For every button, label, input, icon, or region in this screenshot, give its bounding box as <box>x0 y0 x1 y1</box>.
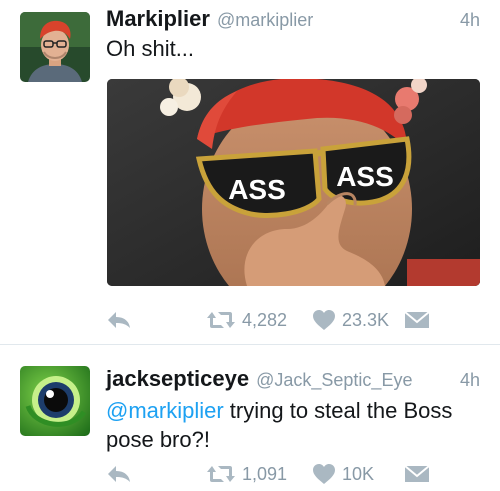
reply-button[interactable] <box>106 305 132 335</box>
tweet-markiplier[interactable]: Markiplier @markiplier 4h Oh shit... ASS… <box>0 0 500 344</box>
like-count: 23.3K <box>342 309 390 330</box>
retweet-count: 4,282 <box>242 309 288 330</box>
reply-button[interactable] <box>106 459 132 489</box>
tweet-text-content: Oh shit... <box>106 36 195 61</box>
reply-icon <box>108 312 130 328</box>
display-name[interactable]: jacksepticeye <box>106 366 249 392</box>
heart-icon <box>313 310 335 330</box>
retweet-icon <box>207 466 235 482</box>
reply-icon <box>108 466 130 482</box>
direct-message-icon <box>404 465 430 482</box>
mention-link[interactable]: @markiplier <box>106 398 224 423</box>
like-button[interactable]: 23.3K <box>312 305 389 335</box>
tweet-divider <box>0 344 500 345</box>
tweet-header: Markiplier @markiplier 4h <box>106 6 480 32</box>
direct-message-button[interactable] <box>404 305 430 335</box>
heart-icon <box>313 464 335 484</box>
avatar-markiplier-image <box>20 12 90 82</box>
retweet-count: 1,091 <box>242 463 288 484</box>
direct-message-button[interactable] <box>404 459 430 489</box>
tweet-jacksepticeye[interactable]: jacksepticeye @Jack_Septic_Eye 4h @marki… <box>0 346 500 491</box>
like-button[interactable]: 10K <box>312 459 374 489</box>
tweet-text: @markiplier trying to steal the Boss pos… <box>106 396 478 454</box>
display-name[interactable]: Markiplier <box>106 6 210 32</box>
avatar-jacksepticeye-image <box>20 366 90 436</box>
user-handle[interactable]: @markiplier <box>217 10 313 31</box>
glasses-text-right: ASS <box>336 161 394 192</box>
timestamp[interactable]: 4h <box>460 370 480 391</box>
avatar-markiplier[interactable] <box>20 12 90 82</box>
tweet-text: Oh shit... <box>106 34 478 63</box>
glasses-text-left: ASS <box>228 174 286 205</box>
retweet-button[interactable]: 1,091 <box>206 459 287 489</box>
retweet-icon <box>207 312 235 328</box>
avatar-jacksepticeye[interactable] <box>20 366 90 436</box>
timestamp[interactable]: 4h <box>460 10 480 31</box>
user-handle[interactable]: @Jack_Septic_Eye <box>256 370 412 391</box>
direct-message-icon <box>404 311 430 328</box>
tweet-header: jacksepticeye @Jack_Septic_Eye 4h <box>106 366 480 392</box>
tweet-actions: 1,091 10K <box>106 459 436 489</box>
like-count: 10K <box>342 463 375 484</box>
tweet-actions: 4,282 23.3K <box>106 305 436 335</box>
tweet-photo[interactable]: ASS ASS <box>107 79 480 286</box>
retweet-button[interactable]: 4,282 <box>206 305 287 335</box>
photo-image: ASS ASS <box>107 79 480 286</box>
